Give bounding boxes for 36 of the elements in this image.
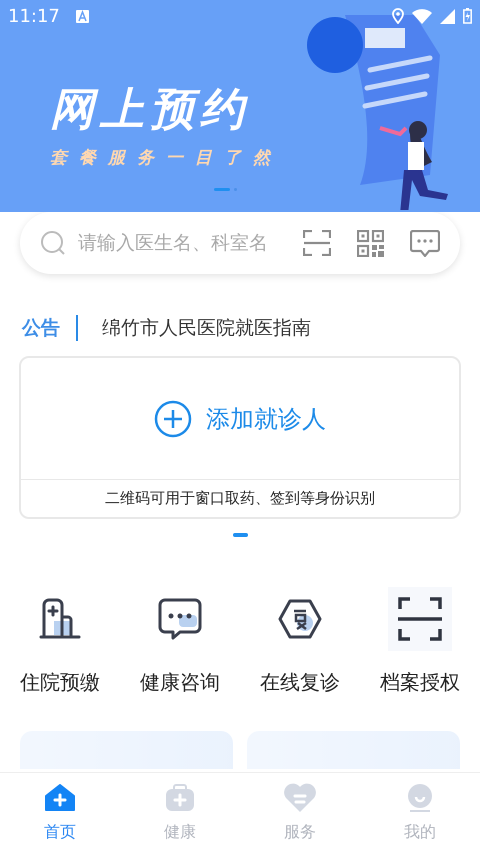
add-patient-button[interactable]: 添加就诊人 — [154, 400, 326, 438]
search-bar[interactable]: 请输入医生名、科室名 — [20, 212, 460, 274]
message-icon[interactable] — [410, 230, 440, 256]
shortcut-item[interactable]: 住院预缴 — [0, 587, 120, 697]
user-face-icon — [406, 783, 434, 813]
chat-bubble-icon — [157, 597, 203, 641]
keyboard-indicator-icon — [76, 10, 89, 22]
medical-kit-icon — [165, 784, 195, 812]
tab-item[interactable]: 首页 — [0, 773, 120, 853]
banner-title: 网上预约 — [50, 83, 251, 137]
search-field[interactable]: 请输入医生名、科室名 — [78, 228, 278, 258]
shortcut-item[interactable]: 健康咨询 — [120, 587, 240, 697]
tab-item[interactable]: 服务 — [240, 773, 360, 853]
plus-circle-icon — [154, 400, 192, 438]
qr-code-note: 二维码可用于窗口取药、签到等身份识别 — [105, 488, 375, 510]
signal-icon — [440, 8, 455, 24]
heart-icon — [283, 783, 317, 813]
house-icon — [45, 784, 75, 812]
banner[interactable]: 网上预约 套餐服务一目了然 11:17 — [0, 0, 480, 212]
scan-icon[interactable] — [303, 230, 331, 256]
shortcut-item[interactable]: 档案授权 — [360, 587, 480, 697]
wifi-icon — [412, 8, 432, 24]
tab-item[interactable]: 健康 — [120, 773, 240, 853]
battery-icon — [463, 8, 472, 24]
notice-label: 公告 — [22, 316, 60, 341]
tab-item[interactable]: 我的 — [360, 773, 480, 853]
notice-link[interactable]: 绵竹市人民医院就医指南 — [102, 314, 311, 342]
hospital-icon — [38, 597, 82, 641]
banner-subtitle: 套餐服务一目了然 — [50, 147, 282, 170]
status-time: 11:17 — [8, 4, 60, 28]
scan-frame-icon — [396, 595, 444, 643]
location-icon — [392, 8, 404, 24]
hexagon-icon — [278, 597, 322, 641]
search-icon — [40, 230, 66, 256]
shortcut-item[interactable]: 在线复诊 — [240, 587, 360, 697]
qr-code-icon[interactable] — [357, 230, 384, 256]
